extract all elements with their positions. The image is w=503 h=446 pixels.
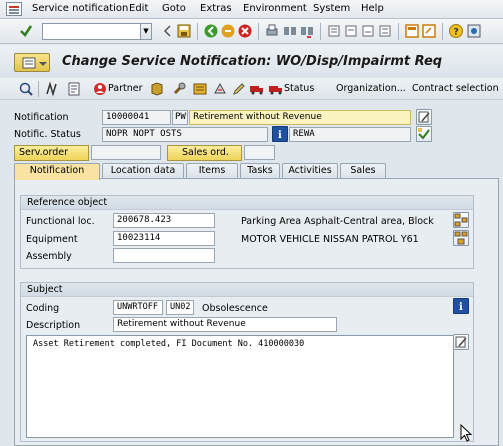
display-change-toggle-button[interactable] [14,53,50,72]
assembly-input[interactable] [113,248,215,263]
subject-title: Subject [21,283,473,297]
long-text-area[interactable]: Asset Retirement completed, FI Document … [26,335,454,438]
tab-location-data[interactable]: Location data [102,163,184,179]
previous-page-icon[interactable] [343,23,359,39]
tab-tasks[interactable]: Tasks [240,163,280,179]
notification-label: Notification [14,112,69,123]
menu-help[interactable]: Help [361,3,384,14]
notification-number-field: 10000041 [102,110,171,125]
cancel-icon[interactable] [237,23,253,39]
last-page-icon[interactable] [377,23,393,39]
equipment-structure-icon[interactable] [453,230,469,246]
customize-layout-icon[interactable] [466,23,482,39]
status-value-field: NOPR NOPT OSTS [102,127,268,142]
tab-activities[interactable]: Activities [282,163,338,179]
coding-label: Coding [26,303,60,314]
status-icon[interactable] [268,81,284,97]
status-button-label[interactable]: Status [284,83,314,94]
chevron-left-icon[interactable] [160,23,176,39]
mouse-pointer-icon [460,423,474,446]
save-icon[interactable] [176,23,192,39]
coding-group-input[interactable]: UNWRTOFF [113,300,163,315]
find-icon[interactable] [282,23,298,39]
help-icon[interactable]: ? [448,23,464,39]
menu-system[interactable]: System [313,3,350,14]
coding-description: Obsolescence [202,303,268,314]
serv-order-button[interactable]: Serv.order [14,145,89,161]
menu-extras[interactable]: Extras [200,3,232,14]
long-text-edit-icon[interactable] [416,109,432,125]
sales-ord-button[interactable]: Sales ord. [167,145,242,161]
long-text-editor-icon[interactable] [453,334,469,350]
contract-selection-button[interactable]: Contract selection [412,83,499,94]
page-title: Change Service Notification: WO/Disp/Imp… [62,54,443,69]
menu-bar: Service notification Edit Goto Extras En… [0,0,503,19]
functional-loc-description: Parking Area Asphalt-Central area, Block [241,216,434,227]
print-icon[interactable] [264,23,280,39]
notification-type-field: PW [172,110,188,125]
organization-button[interactable]: Organization... [336,83,406,94]
svg-text:i: i [278,130,282,141]
info-icon[interactable]: i [272,126,288,142]
delivery-truck-icon[interactable] [249,81,265,97]
serv-order-field [91,145,161,160]
notification-items-icon[interactable] [66,81,82,97]
back-icon[interactable] [203,23,219,39]
organizational-data-icon[interactable] [192,81,208,97]
svg-text:?: ? [454,28,459,38]
first-page-icon[interactable] [326,23,342,39]
catalog-icon[interactable] [149,81,165,97]
assembly-label: Assembly [26,251,72,262]
reference-object-title: Reference object [21,196,473,210]
application-toolbar: Partner Status Organization... Contract … [0,78,503,100]
reference-object-group: Reference object [20,195,474,269]
shortcut-icon[interactable] [421,23,437,39]
tab-strip: Notification Location data Items Tasks A… [14,163,499,180]
command-field-dropdown-icon[interactable]: ▼ [140,23,152,40]
functional-loc-label: Functional loc. [26,216,95,227]
menu-edit[interactable]: Edit [129,3,148,14]
new-session-icon[interactable] [404,23,420,39]
display-object-icon[interactable] [18,81,34,97]
description-input[interactable]: Retirement without Revenue [113,317,337,332]
action-log-icon[interactable] [44,81,60,97]
user-status-field: REWA [289,127,411,142]
tab-sales[interactable]: Sales [340,163,386,179]
system-menu-icon[interactable] [6,2,22,16]
structure-list-icon[interactable] [453,212,469,228]
status-check-icon[interactable] [416,126,432,142]
partner-button-label[interactable]: Partner [108,83,143,94]
tab-notification[interactable]: Notification [14,163,100,180]
equipment-label: Equipment [26,234,78,245]
enter-check-icon[interactable] [18,23,34,39]
partner-icon[interactable] [92,81,108,97]
edit-pencil-icon[interactable] [231,81,247,97]
menu-goto[interactable]: Goto [162,3,186,14]
title-bar: Change Service Notification: WO/Disp/Imp… [0,45,503,78]
tools-icon[interactable] [171,81,187,97]
description-label: Description [26,320,81,331]
coding-code-input[interactable]: UN02 [166,300,194,315]
tab-items[interactable]: Items [186,163,238,179]
coding-info-icon[interactable]: i [453,298,469,314]
svg-text:i: i [459,302,463,313]
standard-toolbar: ▼ ? [0,19,503,44]
find-next-icon[interactable] [299,23,315,39]
menu-environment[interactable]: Environment [243,3,307,14]
status-label: Notific. Status [14,129,81,140]
menu-service-notification[interactable]: Service notification [32,3,128,14]
equipment-description: MOTOR VEHICLE NISSAN PATROL Y61 [241,234,419,245]
sales-ord-field [244,145,275,160]
functional-loc-input[interactable]: 200678.423 [113,213,215,228]
notification-description-field[interactable]: Retirement without Revenue [189,110,411,125]
command-field[interactable] [42,23,152,40]
exit-icon[interactable] [220,23,236,39]
equipment-input[interactable]: 10023114 [113,231,215,246]
measurement-icon[interactable] [212,81,228,97]
next-page-icon[interactable] [360,23,376,39]
